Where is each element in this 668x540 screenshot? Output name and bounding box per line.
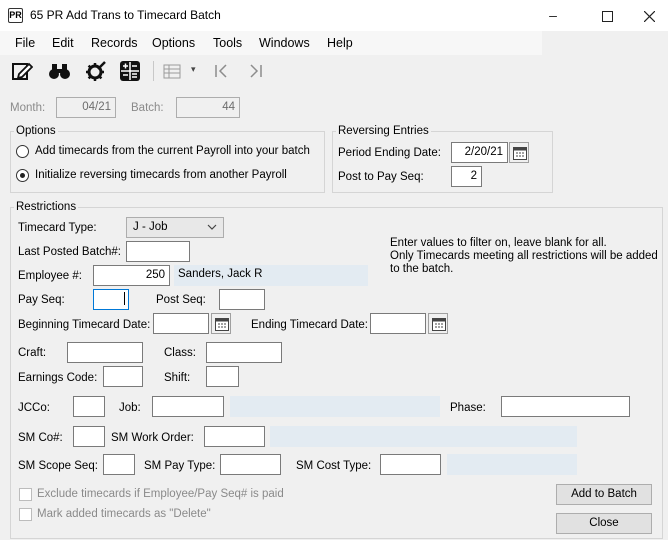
info-line-2: Only Timecards meeting all restrictions … xyxy=(390,250,658,262)
timecard-type-label: Timecard Type: xyxy=(18,222,97,234)
maximize-icon[interactable] xyxy=(584,0,630,31)
class-label: Class: xyxy=(164,347,196,359)
calendar-icon[interactable] xyxy=(509,142,529,163)
jcco-field[interactable] xyxy=(73,396,105,417)
options-title: Options xyxy=(14,125,58,137)
post-seq-field[interactable] xyxy=(219,289,265,310)
sm-work-order-field[interactable] xyxy=(204,426,265,447)
mark-delete-checkbox[interactable] xyxy=(19,508,32,521)
info-line-1: Enter values to filter on, leave blank f… xyxy=(390,237,607,249)
add-to-batch-button[interactable]: Add to Batch xyxy=(556,484,652,505)
shift-field[interactable] xyxy=(206,366,239,387)
sm-cost-type-field[interactable] xyxy=(380,454,441,475)
post-to-pay-seq-label: Post to Pay Seq: xyxy=(338,171,424,183)
radio-add-current[interactable] xyxy=(16,145,29,158)
sm-scope-seq-label: SM Scope Seq: xyxy=(18,460,98,472)
menu-options[interactable]: Options xyxy=(152,36,195,50)
app-icon: PR xyxy=(8,8,23,23)
calculator-icon[interactable] xyxy=(119,60,143,82)
pay-seq-label: Pay Seq: xyxy=(18,294,65,306)
sm-cost-type-description xyxy=(447,454,577,475)
radio-initialize-reversing-label: Initialize reversing timecards from anot… xyxy=(35,169,287,181)
close-icon[interactable] xyxy=(630,0,668,31)
first-record-icon[interactable] xyxy=(212,60,236,82)
last-posted-batch-field[interactable] xyxy=(126,241,190,262)
menu-file[interactable]: File xyxy=(15,36,35,50)
sm-pay-type-field[interactable] xyxy=(220,454,281,475)
craft-field[interactable] xyxy=(67,342,143,363)
last-record-icon[interactable] xyxy=(247,60,271,82)
menu-windows[interactable]: Windows xyxy=(259,36,310,50)
chevron-down-icon xyxy=(207,222,217,236)
menu-bar-filler xyxy=(542,31,668,55)
sm-co-label: SM Co#: xyxy=(18,432,63,444)
post-to-pay-seq-field[interactable]: 2 xyxy=(451,166,482,187)
exclude-paid-label: Exclude timecards if Employee/Pay Seq# i… xyxy=(37,488,284,500)
batch-label: Batch: xyxy=(131,102,164,114)
job-description-display xyxy=(230,396,440,417)
employee-name-display: Sanders, Jack R xyxy=(174,265,368,286)
radio-initialize-reversing[interactable] xyxy=(16,169,29,182)
jcco-label: JCCo: xyxy=(18,402,50,414)
post-seq-label: Post Seq: xyxy=(156,294,206,306)
month-field: 04/21 xyxy=(56,97,116,118)
menu-tools[interactable]: Tools xyxy=(213,36,242,50)
options-group xyxy=(10,131,325,193)
shift-label: Shift: xyxy=(164,372,191,384)
grid-icon[interactable] xyxy=(163,60,187,82)
craft-label: Craft: xyxy=(18,347,47,359)
restrictions-title: Restrictions xyxy=(14,201,79,213)
beginning-timecard-date-field[interactable] xyxy=(153,313,209,334)
sm-co-field[interactable] xyxy=(73,426,105,447)
menu-help[interactable]: Help xyxy=(327,36,353,50)
window-title: 65 PR Add Trans to Timecard Batch xyxy=(30,8,221,22)
period-ending-date-label: Period Ending Date: xyxy=(338,147,441,159)
earnings-code-field[interactable] xyxy=(103,366,143,387)
text-cursor xyxy=(124,292,125,305)
menu-records[interactable]: Records xyxy=(91,36,138,50)
sm-work-order-label: SM Work Order: xyxy=(111,432,194,444)
class-field[interactable] xyxy=(206,342,282,363)
employee-field[interactable]: 250 xyxy=(93,265,170,286)
info-line-3: to the batch. xyxy=(390,263,454,275)
beginning-timecard-date-label: Beginning Timecard Date: xyxy=(18,319,151,331)
exclude-paid-checkbox[interactable] xyxy=(19,488,32,501)
close-button[interactable]: Close xyxy=(556,513,652,534)
ending-timecard-date-field[interactable] xyxy=(370,313,426,334)
last-posted-batch-label: Last Posted Batch#: xyxy=(18,246,121,258)
timecard-type-value: J - Job xyxy=(133,221,168,233)
employee-label: Employee #: xyxy=(18,270,82,282)
menu-edit[interactable]: Edit xyxy=(52,36,74,50)
calendar-icon[interactable] xyxy=(211,313,231,334)
batch-field: 44 xyxy=(176,97,240,118)
ending-timecard-date-label: Ending Timecard Date: xyxy=(251,319,368,331)
edit-icon[interactable] xyxy=(11,60,35,82)
radio-add-current-label: Add timecards from the current Payroll i… xyxy=(35,145,310,157)
calendar-icon[interactable] xyxy=(428,313,448,334)
month-label: Month: xyxy=(10,102,46,114)
sm-pay-type-label: SM Pay Type: xyxy=(144,460,216,472)
period-ending-date-field[interactable]: 2/20/21 xyxy=(451,142,508,163)
dropdown-arrow-icon[interactable]: ▾ xyxy=(191,64,196,75)
mark-delete-label: Mark added timecards as "Delete" xyxy=(37,508,211,520)
sm-scope-seq-field[interactable] xyxy=(103,454,135,475)
reversing-entries-title: Reversing Entries xyxy=(336,125,431,137)
earnings-code-label: Earnings Code: xyxy=(18,372,98,384)
timecard-type-select[interactable]: J - Job xyxy=(126,217,224,238)
sm-work-order-description xyxy=(270,426,577,447)
toolbar-separator xyxy=(153,61,154,81)
binoculars-icon[interactable] xyxy=(48,60,72,82)
sm-cost-type-label: SM Cost Type: xyxy=(296,460,372,472)
minimize-icon[interactable]: – xyxy=(530,0,576,31)
settings-icon[interactable] xyxy=(84,60,108,82)
job-label: Job: xyxy=(119,402,141,414)
phase-label: Phase: xyxy=(450,402,486,414)
phase-field[interactable] xyxy=(501,396,630,417)
job-field[interactable] xyxy=(152,396,224,417)
